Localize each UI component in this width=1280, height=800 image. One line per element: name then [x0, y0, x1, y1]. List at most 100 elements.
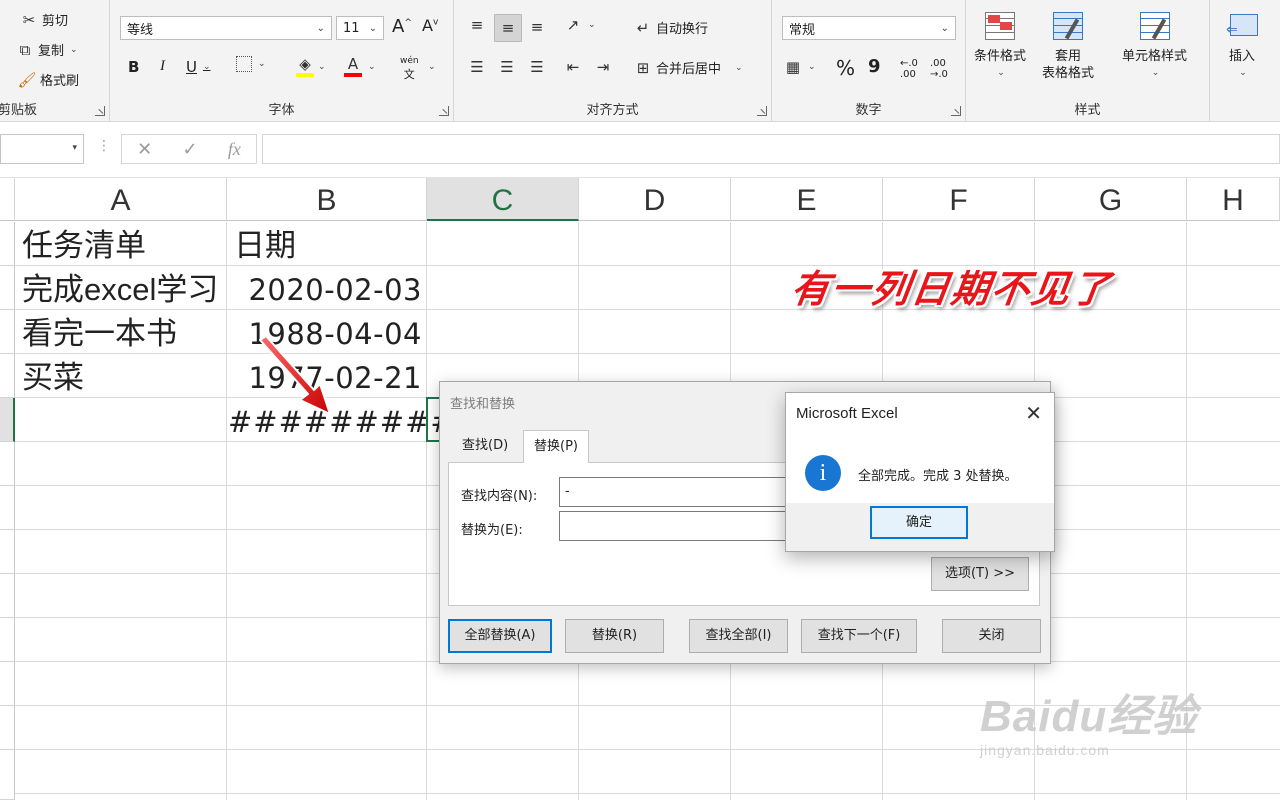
accounting-button[interactable]: ▦ ⌄: [784, 58, 816, 76]
alignment-launcher-icon[interactable]: [757, 106, 767, 116]
formula-input[interactable]: [262, 134, 1280, 164]
column-header-e[interactable]: E: [731, 178, 883, 221]
align-right-icon: ☰: [530, 58, 544, 76]
increase-font-button[interactable]: A^: [392, 16, 412, 37]
orientation-button[interactable]: ↗ ⌄: [564, 16, 596, 34]
font-color-dropdown[interactable]: ⌄: [366, 62, 376, 72]
decrease-indent-button[interactable]: ⇤: [564, 58, 582, 76]
align-top-button[interactable]: ≡: [468, 16, 486, 34]
underline-button[interactable]: U ⌄: [186, 58, 211, 76]
close-icon[interactable]: ✕: [1025, 401, 1042, 425]
font-name-select[interactable]: 等线 ⌄: [120, 16, 332, 40]
merge-center-button[interactable]: ⊞ 合并后居中 ⌄: [634, 58, 743, 78]
font-color-button[interactable]: A: [344, 55, 362, 77]
grid-row-line: [15, 793, 1280, 794]
align-center-button[interactable]: ☰: [498, 58, 516, 76]
format-painter-button[interactable]: 🖌 格式刷: [17, 70, 79, 90]
row-header-2[interactable]: [0, 266, 15, 310]
comma-style-button[interactable]: 9: [868, 56, 881, 77]
column-header-f[interactable]: F: [883, 178, 1035, 221]
cancel-entry-icon[interactable]: ✕: [137, 139, 152, 160]
column-header-d[interactable]: D: [579, 178, 731, 221]
align-middle-button[interactable]: ≡: [494, 14, 522, 42]
cut-button[interactable]: ✂ 剪切: [20, 10, 68, 30]
cell-a2[interactable]: 完成excel学习: [22, 268, 226, 312]
row-header-13[interactable]: [0, 750, 15, 800]
font-size-select[interactable]: 11 ⌄: [336, 16, 384, 40]
chevron-down-icon: ⌄: [318, 62, 326, 72]
cell-a3[interactable]: 看完一本书: [22, 312, 177, 356]
column-header-g[interactable]: G: [1035, 178, 1187, 221]
insert-function-icon[interactable]: fx: [228, 139, 241, 160]
options-button[interactable]: 选项(T) >>: [931, 557, 1029, 591]
cell-a4[interactable]: 买菜: [22, 356, 84, 400]
phonetic-dropdown[interactable]: ⌄: [426, 62, 436, 72]
find-all-button[interactable]: 查找全部(I): [689, 619, 788, 653]
cell-b2[interactable]: 2020-02-03: [228, 268, 422, 312]
phonetic-button[interactable]: wén 文: [400, 56, 419, 82]
row-header-7[interactable]: [0, 486, 15, 530]
wrap-text-icon: ↵: [636, 18, 650, 37]
confirm-entry-icon[interactable]: ✓: [182, 139, 197, 160]
clipboard-launcher-icon[interactable]: [95, 106, 105, 116]
row-header-3[interactable]: [0, 310, 15, 354]
copy-button[interactable]: ⧉ 复制 ⌄: [16, 40, 78, 60]
row-header-10[interactable]: [0, 618, 15, 662]
row-header-9[interactable]: [0, 574, 15, 618]
percent-button[interactable]: %: [836, 56, 855, 80]
tab-find[interactable]: 查找(D): [452, 430, 518, 462]
align-right-button[interactable]: ☰: [528, 58, 546, 76]
row-header-1[interactable]: [0, 222, 15, 266]
baidu-watermark: Baidu经验 jingyan.baidu.com: [980, 680, 1197, 758]
fill-color-dropdown[interactable]: ⌄: [316, 62, 326, 72]
grid-column-line: [226, 222, 227, 800]
formula-bar-grip-icon[interactable]: ⋮: [97, 138, 111, 154]
number-launcher-icon[interactable]: [951, 106, 961, 116]
chevron-down-icon: ⌄: [70, 44, 78, 55]
align-bottom-button[interactable]: ≡: [528, 18, 546, 36]
row-header-5[interactable]: [0, 398, 15, 442]
italic-button[interactable]: I: [160, 58, 165, 75]
row-header-6[interactable]: [0, 442, 15, 486]
format-as-table-button[interactable]: 套用 表格格式: [1042, 10, 1094, 82]
replace-with-label: 替换为(E):: [461, 523, 523, 538]
find-next-button[interactable]: 查找下一个(F): [801, 619, 917, 653]
cell-a1[interactable]: 任务清单: [22, 224, 146, 268]
conditional-formatting-button[interactable]: 条件格式 ⌄: [974, 10, 1026, 82]
row-header-11[interactable]: [0, 662, 15, 706]
close-button[interactable]: 关闭: [942, 619, 1041, 653]
column-header-h[interactable]: H: [1187, 178, 1280, 221]
decrease-font-button[interactable]: Av: [422, 16, 438, 35]
number-format-select[interactable]: 常规 ⌄: [782, 16, 956, 40]
column-header-a[interactable]: A: [15, 178, 227, 221]
cell-styles-button[interactable]: 单元格样式 ⌄: [1122, 10, 1187, 82]
grid-column-line: [426, 222, 427, 800]
row-header-4[interactable]: [0, 354, 15, 398]
ok-button[interactable]: 确定: [870, 506, 968, 539]
row-header-8[interactable]: [0, 530, 15, 574]
replace-all-button[interactable]: 全部替换(A): [448, 619, 552, 653]
name-box[interactable]: ▾: [0, 134, 84, 164]
bold-button[interactable]: B: [128, 58, 139, 76]
font-launcher-icon[interactable]: [439, 106, 449, 116]
increase-indent-button[interactable]: ⇥: [594, 58, 612, 76]
borders-button[interactable]: ⌄: [236, 56, 266, 72]
cells-group-label: 单: [1210, 99, 1280, 118]
alignment-group-label: 对齐方式: [586, 103, 639, 118]
cell-b1[interactable]: 日期: [234, 224, 296, 268]
column-header-b[interactable]: B: [227, 178, 427, 221]
align-center-icon: ☰: [500, 58, 514, 76]
tab-replace[interactable]: 替换(P): [523, 430, 589, 463]
decrease-decimal-button[interactable]: .00 →.0: [930, 58, 948, 80]
cells-group: ⇐ 插入 ⌄ 单: [1210, 0, 1280, 122]
row-header-12[interactable]: [0, 706, 15, 750]
replace-button[interactable]: 替换(R): [565, 619, 664, 653]
select-all-corner[interactable]: [0, 178, 15, 221]
increase-decimal-button[interactable]: ←.0.00: [900, 58, 918, 80]
column-header-c[interactable]: C: [427, 178, 579, 221]
insert-button[interactable]: ⇐ 插入 ⌄: [1224, 10, 1260, 82]
align-left-button[interactable]: ☰: [468, 58, 486, 76]
fill-color-button[interactable]: ◈: [296, 55, 314, 77]
wrap-text-button[interactable]: ↵ 自动换行: [634, 18, 708, 38]
chevron-down-icon: ⌄: [258, 59, 266, 69]
